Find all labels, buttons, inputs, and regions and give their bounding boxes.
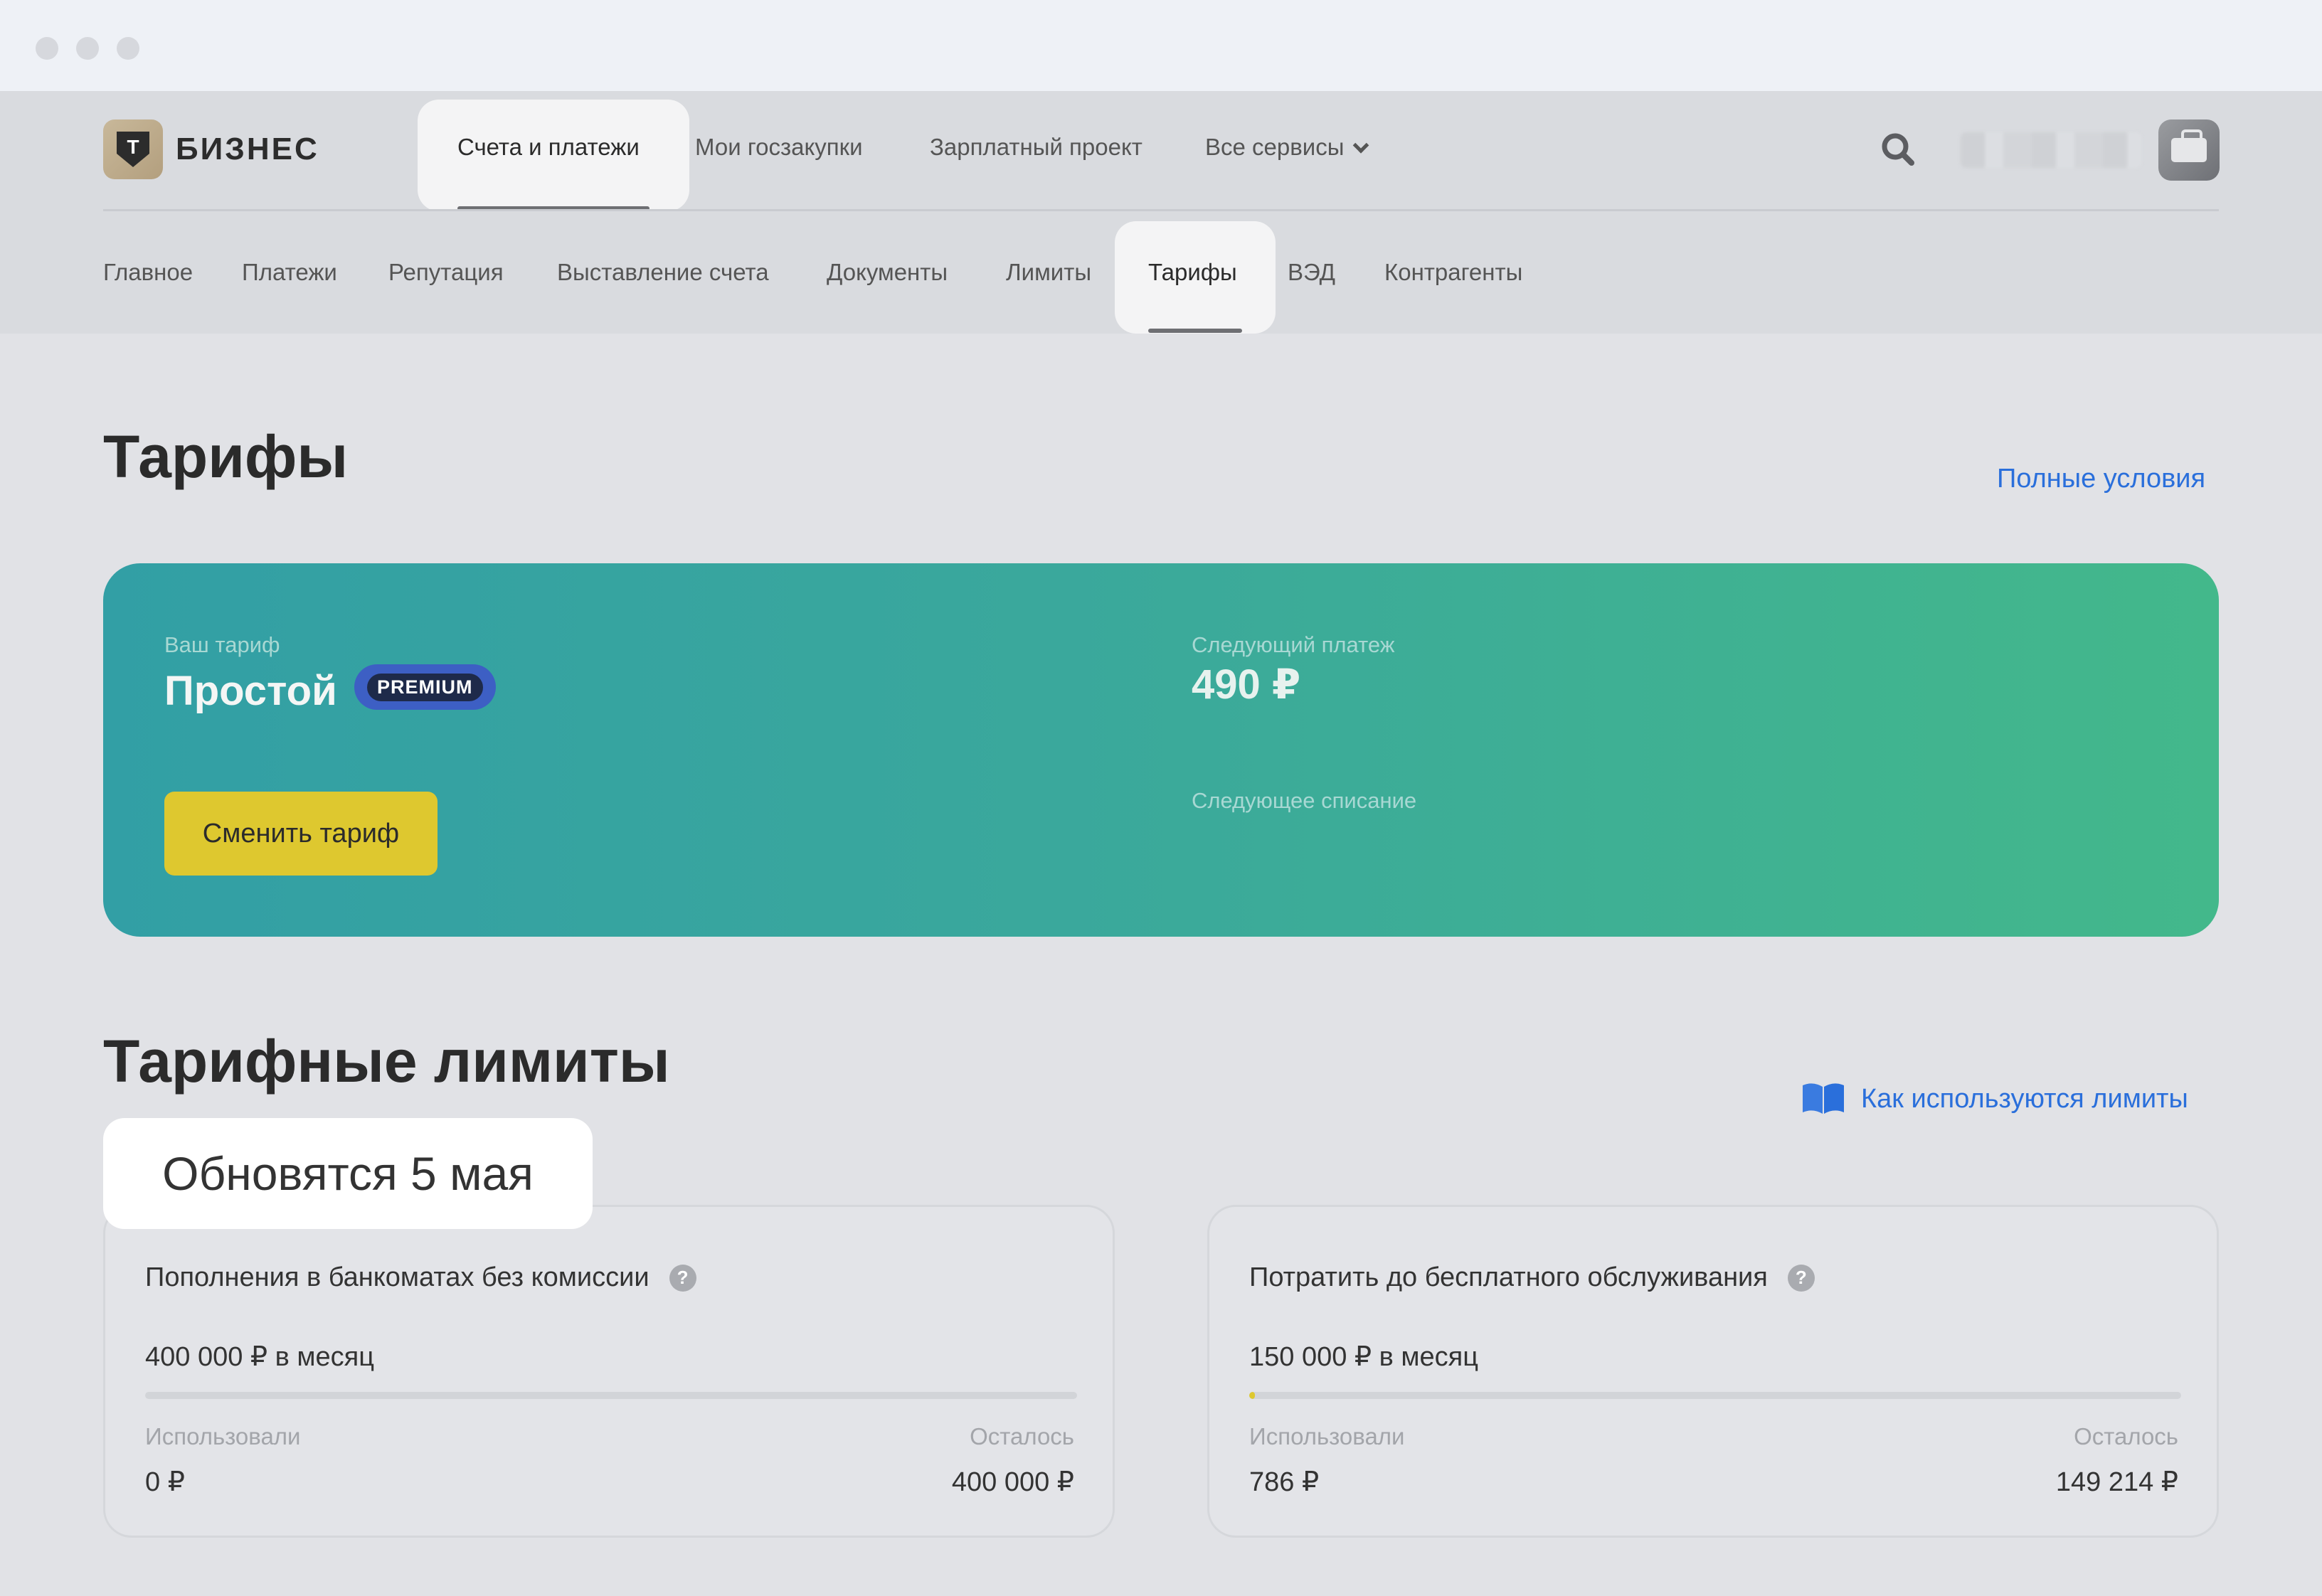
premium-badge: PREMIUM (354, 664, 496, 710)
limit-progress-bar (1249, 1392, 2181, 1399)
top-nav-procurement[interactable]: Мои госзакупки (695, 134, 863, 161)
top-nav-all-services-label: Все сервисы (1205, 134, 1345, 160)
left-label: Осталось (2074, 1423, 2178, 1449)
sub-nav-tariffs[interactable]: Тарифы (1148, 259, 1237, 286)
used-value: 0 ₽ (145, 1467, 185, 1497)
how-limits-used-link[interactable]: Как используются лимиты (1861, 1084, 2188, 1114)
sub-nav-counterparties[interactable]: Контрагенты (1384, 259, 1522, 286)
limits-title: Тарифные лимиты (103, 1028, 670, 1095)
logo-text: БИЗНЕС (176, 132, 319, 166)
your-tariff-label: Ваш тариф (164, 632, 280, 657)
limit-card-amount: 150 000 ₽ в месяц (1249, 1342, 1478, 1372)
sub-nav-main[interactable]: Главное (103, 259, 193, 286)
window-chrome (0, 0, 2322, 91)
sub-nav-ved[interactable]: ВЭД (1288, 259, 1335, 286)
briefcase-icon (2171, 129, 2207, 162)
logo-mark-icon: Т (103, 119, 163, 179)
used-value: 786 ₽ (1249, 1467, 1320, 1497)
top-nav-all-services[interactable]: Все сервисы (1205, 134, 1369, 161)
top-nav-accounts-payments[interactable]: Счета и платежи (457, 134, 640, 161)
avatar[interactable] (2158, 119, 2220, 181)
top-nav-salary-project[interactable]: Зарплатный проект (930, 134, 1143, 161)
premium-badge-label: PREMIUM (367, 673, 483, 701)
logo[interactable]: Т БИЗНЕС (103, 119, 319, 179)
limits-update-badge: Обновятся 5 мая (103, 1118, 593, 1229)
next-payment-amount: 490 ₽ (1192, 661, 1301, 708)
limit-card-title-text: Пополнения в банкоматах без комиссии (145, 1262, 650, 1292)
next-charge-label: Следующее списание (1192, 788, 1417, 813)
full-terms-link[interactable]: Полные условия (1997, 464, 2205, 494)
left-value: 149 214 ₽ (2055, 1467, 2178, 1497)
chevron-down-icon (1353, 137, 1369, 154)
sub-nav-active-underline (1148, 329, 1242, 333)
tariff-card (103, 563, 2219, 937)
used-label: Использовали (1249, 1423, 1405, 1449)
header-divider (103, 209, 2219, 211)
help-icon[interactable]: ? (1787, 1264, 1815, 1292)
limit-card-title-text: Потратить до бесплатного обслуживания (1249, 1262, 1768, 1292)
limit-card-title: Пополнения в банкоматах без комиссии ? (145, 1262, 696, 1293)
book-icon (1803, 1083, 1844, 1114)
limit-card-title: Потратить до бесплатного обслуживания ? (1249, 1262, 1815, 1293)
limit-card-atm: Пополнения в банкоматах без комиссии ? 4… (103, 1205, 1115, 1538)
user-name-blurred[interactable] (1961, 132, 2141, 168)
window-close-dot[interactable] (36, 37, 58, 60)
sub-nav-reputation[interactable]: Репутация (388, 259, 504, 286)
change-tariff-button[interactable]: Сменить тариф (164, 792, 438, 876)
limit-card-free-service: Потратить до бесплатного обслуживания ? … (1207, 1205, 2219, 1538)
logo-letter: Т (127, 136, 139, 158)
limit-card-amount: 400 000 ₽ в месяц (145, 1342, 374, 1372)
page-title: Тарифы (103, 423, 349, 490)
sub-nav-payments[interactable]: Платежи (242, 259, 337, 286)
used-label: Использовали (145, 1423, 301, 1449)
sub-nav-limits[interactable]: Лимиты (1006, 259, 1091, 286)
sub-nav-documents[interactable]: Документы (827, 259, 948, 286)
window-maximize-dot[interactable] (117, 37, 139, 60)
next-payment-label: Следующий платеж (1192, 632, 1395, 657)
plan-name: Простой (164, 668, 337, 714)
limit-progress-fill (1249, 1392, 1255, 1399)
limit-progress-bar (145, 1392, 1077, 1399)
window-minimize-dot[interactable] (76, 37, 99, 60)
sub-nav-invoicing[interactable]: Выставление счета (557, 259, 769, 286)
left-label: Осталось (970, 1423, 1074, 1449)
help-icon[interactable]: ? (669, 1264, 696, 1292)
search-icon[interactable] (1878, 129, 1918, 169)
left-value: 400 000 ₽ (951, 1467, 1074, 1497)
